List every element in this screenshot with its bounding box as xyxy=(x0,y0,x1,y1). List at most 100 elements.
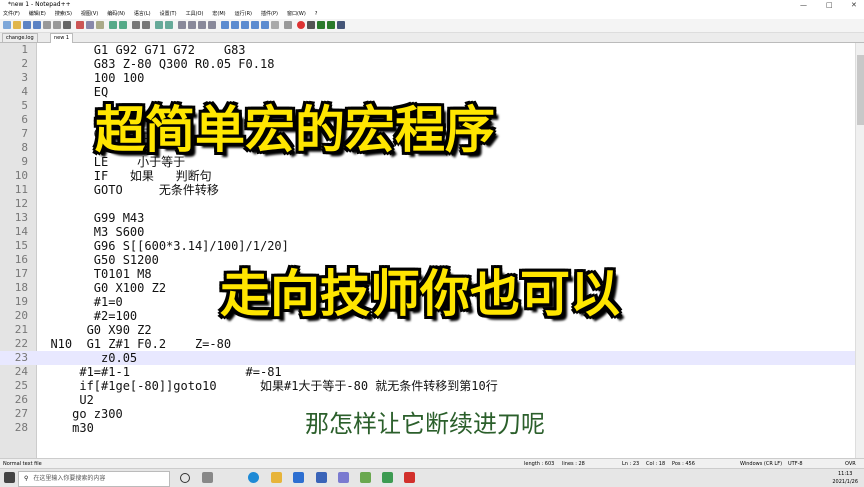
line-text[interactable]: if[#1ge[-80]]goto10 如果#1大于等于-80 就无条件转移到第… xyxy=(36,379,497,393)
zoom-out-icon[interactable] xyxy=(165,21,173,29)
notepadpp-taskbar-icon[interactable] xyxy=(360,472,371,483)
find-icon[interactable] xyxy=(132,21,140,29)
start-icon[interactable] xyxy=(4,472,15,483)
save-all-icon[interactable] xyxy=(33,21,41,29)
tab-new-1[interactable]: new 1 xyxy=(50,33,74,43)
editor-line[interactable]: 12 xyxy=(0,197,855,211)
menu-item[interactable]: 插件(P) xyxy=(261,11,278,17)
edge-icon[interactable] xyxy=(248,472,259,483)
editor-line[interactable]: 25 if[#1ge[-80]]goto10 如果#1大于等于-80 就无条件转… xyxy=(0,379,855,393)
line-text[interactable]: N10 G1 Z#1 F0.2 Z=-80 xyxy=(36,337,231,351)
editor-line[interactable]: 22 N10 G1 Z#1 F0.2 Z=-80 xyxy=(0,337,855,351)
vertical-scrollbar[interactable] xyxy=(855,43,864,458)
function-list-icon[interactable] xyxy=(241,21,249,29)
line-text[interactable]: G50 S1200 xyxy=(36,253,159,267)
mail-icon[interactable] xyxy=(316,472,327,483)
copy-icon[interactable] xyxy=(86,21,94,29)
close-file-icon[interactable] xyxy=(43,21,51,29)
save-icon[interactable] xyxy=(23,21,31,29)
line-text[interactable]: m30 xyxy=(36,421,94,435)
line-text[interactable]: z0.05 xyxy=(36,351,137,365)
line-text[interactable]: G96 S[[600*3.14]/100]/1/20] xyxy=(36,239,289,253)
line-text[interactable]: G0 X90 Z2 xyxy=(36,323,152,337)
monitoring-icon[interactable] xyxy=(261,21,269,29)
new-file-icon[interactable] xyxy=(3,21,11,29)
menu-item[interactable]: 运行(R) xyxy=(235,11,252,17)
indent-guide-icon[interactable] xyxy=(208,21,216,29)
line-text[interactable]: IF 如果 判断句 xyxy=(36,169,212,183)
line-text[interactable]: G83 Z-80 Q300 R0.05 F0.18 xyxy=(36,57,275,71)
editor-line[interactable]: 15 G96 S[[600*3.14]/100]/1/20] xyxy=(0,239,855,253)
editor-line[interactable]: 3 100 100 xyxy=(0,71,855,85)
menu-item[interactable]: 编辑(E) xyxy=(29,11,46,17)
panel-icon[interactable] xyxy=(271,21,279,29)
editor-line[interactable]: 11 GOTO 无条件转移 xyxy=(0,183,855,197)
stop-macro-icon[interactable] xyxy=(307,21,315,29)
app-icon-3[interactable] xyxy=(404,472,415,483)
undo-icon[interactable] xyxy=(109,21,117,29)
save-macro-icon[interactable] xyxy=(337,21,345,29)
menu-item[interactable]: 语言(L) xyxy=(134,11,151,17)
line-text[interactable]: U2 xyxy=(36,393,93,407)
line-text[interactable]: go z300 xyxy=(36,407,123,421)
line-text[interactable]: G0 X100 Z2 xyxy=(36,281,166,295)
record-macro-icon[interactable] xyxy=(297,21,305,29)
menu-item[interactable]: 宏(M) xyxy=(212,11,225,17)
menu-item[interactable]: 编码(N) xyxy=(107,11,125,17)
line-text[interactable]: #1=#1-1 #=-81 xyxy=(36,365,281,379)
line-text[interactable]: G99 M43 xyxy=(36,211,145,225)
maximize-button[interactable]: □ xyxy=(826,0,833,10)
editor-line[interactable]: 23 z0.05 xyxy=(0,351,855,365)
store-icon[interactable] xyxy=(293,472,304,483)
line-text[interactable]: #1=0 xyxy=(36,295,123,309)
line-text[interactable]: GOTO 无条件转移 xyxy=(36,183,219,197)
language-icon[interactable] xyxy=(221,21,229,29)
zoom-in-icon[interactable] xyxy=(155,21,163,29)
cortana-icon[interactable] xyxy=(180,473,190,483)
menu-item[interactable]: 搜索(S) xyxy=(55,11,72,17)
folder-workspace-icon[interactable] xyxy=(251,21,259,29)
line-number: 5 xyxy=(21,99,28,112)
doc-map-icon[interactable] xyxy=(231,21,239,29)
word-wrap-icon[interactable] xyxy=(188,21,196,29)
taskbar-search-input[interactable]: ⚲ 在这里输入你要搜索的内容 xyxy=(18,471,170,487)
close-button[interactable]: ✕ xyxy=(851,0,857,10)
record-placeholder-icon[interactable] xyxy=(284,21,292,29)
editor-line[interactable]: 24 #1=#1-1 #=-81 xyxy=(0,365,855,379)
menu-item[interactable]: 设置(T) xyxy=(160,11,177,17)
editor-line[interactable]: 10 IF 如果 判断句 xyxy=(0,169,855,183)
system-clock[interactable]: 11:13 2021/1/26 xyxy=(832,470,858,486)
menu-item[interactable]: ? xyxy=(315,11,318,17)
paste-icon[interactable] xyxy=(96,21,104,29)
editor-line[interactable]: 13 G99 M43 xyxy=(0,211,855,225)
line-text[interactable]: T0101 M8 xyxy=(36,267,152,281)
editor-line[interactable]: 2 G83 Z-80 Q300 R0.05 F0.18 xyxy=(0,57,855,71)
app-icon-2[interactable] xyxy=(382,472,393,483)
menu-item[interactable]: 窗口(W) xyxy=(287,11,306,17)
task-view-icon[interactable] xyxy=(202,472,213,483)
show-all-chars-icon[interactable] xyxy=(198,21,206,29)
file-explorer-icon[interactable] xyxy=(271,472,282,483)
minimize-button[interactable]: — xyxy=(800,0,807,10)
menu-item[interactable]: 文件(F) xyxy=(3,11,20,17)
editor-line[interactable]: 14 M3 S600 xyxy=(0,225,855,239)
line-text[interactable]: 100 100 xyxy=(36,71,145,85)
line-text[interactable]: G1 G92 G71 G72 G83 xyxy=(36,43,246,57)
line-text[interactable]: #2=100 xyxy=(36,309,137,323)
run-macro-multiple-icon[interactable] xyxy=(327,21,335,29)
replace-icon[interactable] xyxy=(142,21,150,29)
redo-icon[interactable] xyxy=(119,21,127,29)
close-all-icon[interactable] xyxy=(53,21,61,29)
print-icon[interactable] xyxy=(63,21,71,29)
menu-item[interactable]: 视图(V) xyxy=(81,11,98,17)
editor-line[interactable]: 1 G1 G92 G71 G72 G83 xyxy=(0,43,855,57)
open-file-icon[interactable] xyxy=(13,21,21,29)
line-text[interactable]: M3 S600 xyxy=(36,225,145,239)
play-macro-icon[interactable] xyxy=(317,21,325,29)
cut-icon[interactable] xyxy=(76,21,84,29)
sync-scroll-icon[interactable] xyxy=(178,21,186,29)
tab-change-log[interactable]: change.log xyxy=(2,33,38,43)
menu-item[interactable]: 工具(O) xyxy=(186,11,204,17)
app-icon-1[interactable] xyxy=(338,472,349,483)
scrollbar-thumb[interactable] xyxy=(857,55,864,125)
